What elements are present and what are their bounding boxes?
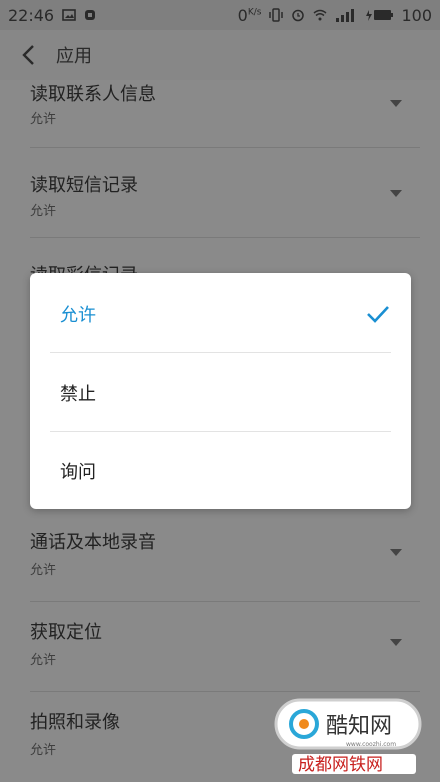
option-label: 允许 <box>60 304 96 326</box>
app-bar: 应用 <box>0 30 440 80</box>
dropdown-arrow-icon <box>390 549 402 556</box>
permission-dialog: 允许 禁止 询问 <box>30 273 411 509</box>
option-ask[interactable]: 询问 <box>60 431 390 510</box>
dropdown-arrow-icon <box>390 190 402 197</box>
checkmark-icon <box>367 305 389 323</box>
permission-value: 允许 <box>30 563 57 578</box>
status-time: 22:46 <box>8 5 55 25</box>
svg-text:成都网铁网: 成都网铁网 <box>298 755 383 775</box>
permission-value: 允许 <box>30 653 57 668</box>
net-speed: 0K/s <box>237 5 262 25</box>
permission-value: 允许 <box>30 743 57 758</box>
alarm-icon <box>292 9 305 22</box>
permission-row-location[interactable]: 获取定位 允许 <box>30 602 420 692</box>
permission-name: 读取短信记录 <box>30 175 138 196</box>
permission-value: 允许 <box>30 112 57 127</box>
signal-icon <box>336 9 355 22</box>
back-button[interactable] <box>0 30 56 80</box>
dropdown-arrow-icon <box>390 639 402 646</box>
wifi-icon <box>313 9 327 21</box>
vibrate-icon <box>269 8 284 22</box>
svg-text:酷知网: 酷知网 <box>326 714 392 739</box>
permission-row-contacts[interactable]: 读取联系人信息 允许 <box>30 80 420 148</box>
option-deny[interactable]: 禁止 <box>60 353 390 432</box>
status-bar: 22:46 0K/s 100 <box>0 0 440 30</box>
chevron-left-icon <box>22 45 34 65</box>
svg-text:www.coozhi.com: www.coozhi.com <box>346 741 396 748</box>
page-title: 应用 <box>56 46 92 67</box>
image-icon <box>62 9 76 21</box>
watermark-logo: 酷知网 www.coozhi.com 成都网铁网 <box>274 698 422 775</box>
permission-value: 允许 <box>30 204 57 219</box>
permission-row-call-recording[interactable]: 通话及本地录音 允许 <box>30 512 420 602</box>
permission-name: 拍照和录像 <box>30 712 120 733</box>
option-label: 询问 <box>60 461 96 483</box>
battery-charging-icon <box>366 10 394 21</box>
permission-name: 读取联系人信息 <box>30 84 156 105</box>
permission-name: 获取定位 <box>30 622 102 643</box>
battery-level: 100 <box>401 5 432 25</box>
option-allow[interactable]: 允许 <box>60 274 390 353</box>
permission-row-sms[interactable]: 读取短信记录 允许 <box>30 148 420 238</box>
dropdown-arrow-icon <box>390 100 402 107</box>
option-label: 禁止 <box>60 383 96 405</box>
notification-icon <box>85 10 96 20</box>
permission-name: 通话及本地录音 <box>30 532 156 553</box>
